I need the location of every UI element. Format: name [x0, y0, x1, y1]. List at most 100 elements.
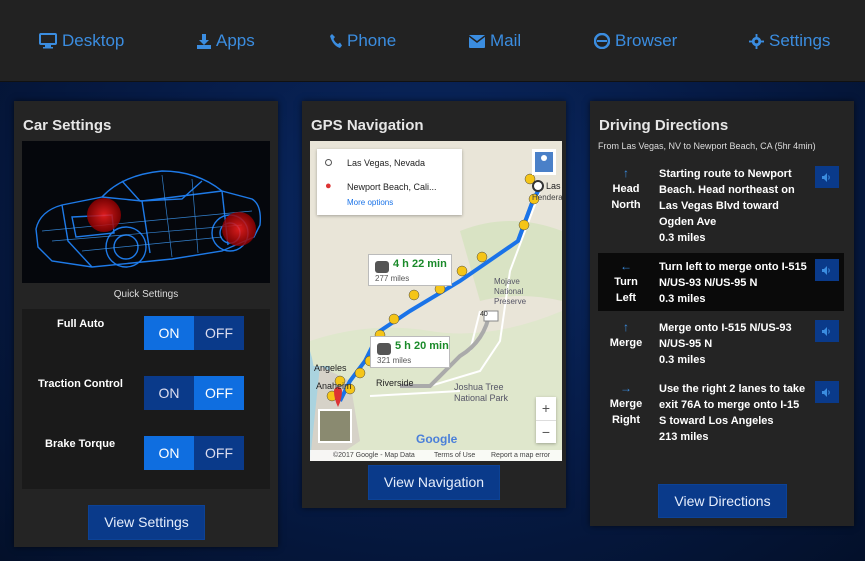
- step-distance: 213 miles: [659, 431, 709, 443]
- traction-control-label: Traction Control: [38, 378, 123, 390]
- destination-label: Newport Beach, Cali...: [347, 182, 437, 192]
- step-label: Turn: [614, 276, 638, 288]
- report-error-link[interactable]: Report a map error: [491, 450, 550, 461]
- traction-control-on-button[interactable]: ON: [144, 376, 194, 410]
- map-label-national: National: [494, 287, 524, 296]
- destination-pin-icon: ●: [325, 180, 332, 192]
- speaker-icon: [822, 265, 830, 275]
- step-text: Merge onto I-515 N/US-93 N/US-95 N 0.3 m…: [659, 320, 809, 368]
- step-instruction: Use the right 2 lanes to take exit 76A t…: [659, 383, 806, 427]
- zoom-in-button[interactable]: +: [536, 397, 556, 420]
- brake-torque-off-button[interactable]: OFF: [194, 436, 244, 470]
- full-auto-toggle[interactable]: ON OFF: [144, 316, 244, 350]
- car-settings-title: Car Settings: [23, 117, 112, 134]
- arrow-up-icon: ↑: [623, 320, 629, 334]
- speaker-icon: [822, 387, 830, 397]
- step-distance: 0.3 miles: [659, 354, 706, 366]
- step-label-2: Left: [615, 292, 637, 304]
- satellite-toggle[interactable]: [318, 409, 352, 443]
- direction-step: → Merge Right Use the right 2 lanes to t…: [598, 375, 844, 465]
- step-instruction: Starting route to Newport Beach. Head no…: [659, 168, 795, 228]
- download-icon: [197, 33, 211, 49]
- speaker-button[interactable]: [815, 259, 839, 281]
- map-label-angeles: Angeles: [314, 363, 347, 373]
- map-label-henderson: Hendera: [532, 193, 562, 202]
- arrow-right-icon: →: [620, 381, 632, 395]
- nav-apps[interactable]: Apps: [197, 30, 255, 52]
- step-distance: 0.3 miles: [659, 232, 706, 244]
- gear-icon: [749, 33, 764, 49]
- arrow-left-icon: ←: [620, 259, 632, 273]
- speaker-icon: [822, 326, 830, 336]
- quick-settings-label: Quick Settings: [113, 289, 179, 300]
- map-label-national-park: National Park: [454, 393, 509, 403]
- direction-step: ↑ Head North Starting route to Newport B…: [598, 160, 844, 250]
- speaker-button[interactable]: [815, 320, 839, 342]
- step-text: Starting route to Newport Beach. Head no…: [659, 166, 809, 246]
- step-label-2: Right: [611, 414, 641, 426]
- nav-phone-label: Phone: [347, 31, 397, 50]
- map-view[interactable]: Las Vegas, Nevada ● Newport Beach, Cali.…: [310, 141, 562, 461]
- route1-time: 4 h 22 min: [393, 258, 447, 270]
- nav-desktop[interactable]: Desktop: [39, 30, 124, 52]
- gps-title: GPS Navigation: [311, 117, 424, 134]
- route2-distance: 321 miles: [377, 356, 412, 365]
- full-auto-off-button[interactable]: OFF: [194, 316, 244, 350]
- directions-title: Driving Directions: [599, 117, 729, 134]
- speaker-button[interactable]: [815, 381, 839, 403]
- nav-settings[interactable]: Settings: [749, 30, 830, 52]
- view-directions-button[interactable]: View Directions: [658, 484, 787, 518]
- speaker-icon: [822, 172, 830, 182]
- nav-settings-label: Settings: [769, 31, 831, 50]
- step-label: Merge: [609, 337, 643, 349]
- step-instruction: Merge onto I-515 N/US-93 N/US-95 N: [659, 322, 792, 350]
- zoom-control: + −: [536, 397, 556, 443]
- route2-callout[interactable]: 5 h 20 min 321 miles: [370, 336, 450, 368]
- car-icon: [375, 261, 389, 273]
- full-auto-on-button[interactable]: ON: [144, 316, 194, 350]
- map-label-mojave: Mojave: [494, 277, 520, 286]
- direction-step: ← Turn Left Turn left to merge onto I-51…: [598, 253, 844, 311]
- brake-torque-toggle[interactable]: ON OFF: [144, 436, 244, 470]
- phone-icon: [330, 34, 342, 48]
- more-options-link[interactable]: More options: [347, 198, 393, 207]
- top-nav: Desktop Apps Phone Mail Browser Settings: [0, 0, 865, 82]
- map-label-las: Las: [546, 181, 561, 191]
- google-logo: Google: [416, 432, 458, 446]
- step-label-2: North: [611, 199, 641, 211]
- step-label: Merge: [609, 398, 643, 410]
- route1-callout[interactable]: 4 h 22 min 277 miles: [368, 254, 452, 286]
- arrow-up-icon: ↑: [623, 166, 629, 180]
- nav-desktop-label: Desktop: [62, 31, 125, 50]
- directions-subtitle: From Las Vegas, NV to Newport Beach, CA …: [598, 141, 816, 151]
- nav-phone[interactable]: Phone: [330, 30, 396, 52]
- full-auto-label: Full Auto: [57, 318, 105, 330]
- nav-mail-label: Mail: [490, 31, 522, 50]
- brake-torque-label: Brake Torque: [45, 438, 116, 450]
- zoom-out-button[interactable]: −: [536, 420, 556, 443]
- nav-browser[interactable]: Browser: [594, 30, 677, 52]
- origin-label: Las Vegas, Nevada: [347, 158, 426, 168]
- origin-dot-icon: [325, 159, 332, 166]
- nav-apps-label: Apps: [216, 31, 255, 50]
- directions-box: Las Vegas, Nevada ● Newport Beach, Cali.…: [317, 149, 462, 215]
- brake-torque-on-button[interactable]: ON: [144, 436, 194, 470]
- map-copyright: ©2017 Google - Map Data: [333, 452, 415, 459]
- traction-control-toggle[interactable]: ON OFF: [144, 376, 244, 410]
- speaker-button[interactable]: [815, 166, 839, 188]
- terms-link[interactable]: Terms of Use: [434, 450, 475, 461]
- step-text: Use the right 2 lanes to take exit 76A t…: [659, 381, 809, 445]
- view-navigation-button[interactable]: View Navigation: [368, 465, 500, 500]
- step-label: Head: [612, 183, 640, 195]
- traction-control-off-button[interactable]: OFF: [194, 376, 244, 410]
- step-text: Turn left to merge onto I-515 N/US-93 N/…: [659, 259, 811, 307]
- map-label-anaheim: Anaheim: [316, 381, 352, 391]
- mail-icon: [469, 34, 485, 48]
- view-settings-button[interactable]: View Settings: [88, 505, 205, 540]
- car-icon-2: [377, 343, 391, 355]
- map-label-joshua-tree: Joshua Tree: [454, 382, 504, 392]
- street-view-icon[interactable]: [532, 149, 556, 175]
- map-label-riverside: Riverside: [376, 378, 414, 388]
- nav-mail[interactable]: Mail: [469, 30, 521, 52]
- step-distance: 0.3 miles: [659, 293, 706, 305]
